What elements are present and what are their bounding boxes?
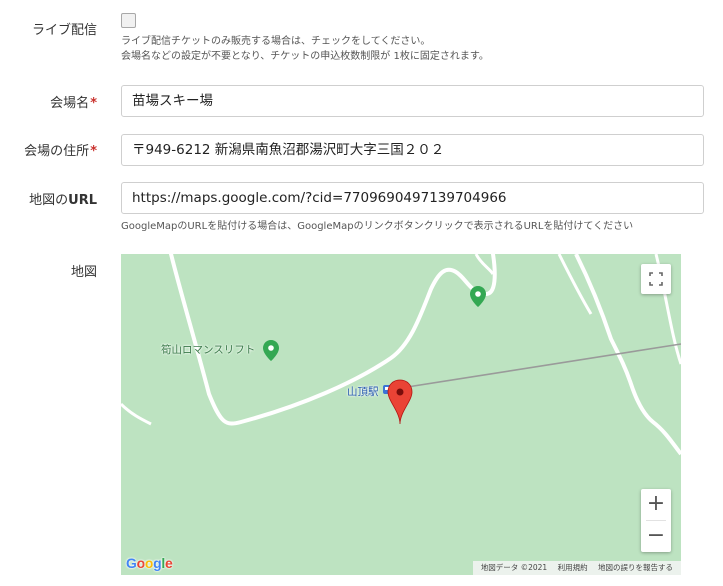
address-label: 会場の住所*: [24, 144, 97, 159]
road-main: [169, 254, 497, 426]
road-left: [121, 402, 152, 426]
venue-label: 会場名*: [50, 96, 97, 111]
live-checkbox[interactable]: [121, 13, 136, 28]
map-label: 地図: [70, 265, 97, 280]
poi-pin-icon: [263, 340, 279, 361]
google-logo: Google: [126, 555, 173, 571]
map-url-label: 地図のURL: [29, 193, 97, 208]
road-spur: [474, 254, 495, 275]
address-input[interactable]: 〒949-6212 新潟県南魚沼郡湯沢町大字三国２０２: [121, 134, 704, 166]
poi-pin-icon: [470, 286, 486, 307]
map-roads: [121, 254, 681, 456]
map-url-help: GoogleMapのURLを貼付ける場合は、GoogleMapのリンクボタンクリ…: [121, 221, 634, 232]
map-data-credit: 地図データ ©2021: [480, 563, 548, 572]
live-help-line2: 会場名などの設定が不要となり、チケットの申込枚数制限が 1枚に固定されます。: [121, 51, 489, 62]
station-label[interactable]: 山頂駅: [347, 384, 379, 399]
road-right-branch: [557, 254, 593, 315]
live-label: ライブ配信: [31, 23, 97, 38]
lift-line: [400, 343, 681, 389]
zoom-out-button[interactable]: −: [641, 521, 671, 552]
zoom-controls: + −: [641, 489, 671, 552]
zoom-in-button[interactable]: +: [641, 489, 671, 520]
venue-name-input[interactable]: 苗場スキー場: [121, 85, 704, 117]
fullscreen-icon: [649, 272, 663, 286]
poi-label-romance-lift[interactable]: 筍山ロマンスリフト: [161, 342, 255, 357]
map-attribution: 地図データ ©2021 利用規約 地図の誤りを報告する: [472, 561, 681, 575]
fullscreen-button[interactable]: [641, 264, 671, 294]
required-mark: *: [90, 144, 97, 159]
google-map[interactable]: 筍山ロマンスリフト 山頂駅 + − Google 地図データ ©2021 利用規…: [121, 254, 681, 575]
terms-link[interactable]: 利用規約: [558, 563, 588, 572]
map-url-input[interactable]: https://maps.google.com/?cid=77096904971…: [121, 182, 704, 214]
live-help-line1: ライブ配信チケットのみ販売する場合は、チェックをしてください。: [121, 36, 431, 47]
location-marker-icon[interactable]: [387, 379, 413, 425]
report-error-link[interactable]: 地図の誤りを報告する: [598, 563, 673, 572]
required-mark: *: [90, 96, 97, 111]
